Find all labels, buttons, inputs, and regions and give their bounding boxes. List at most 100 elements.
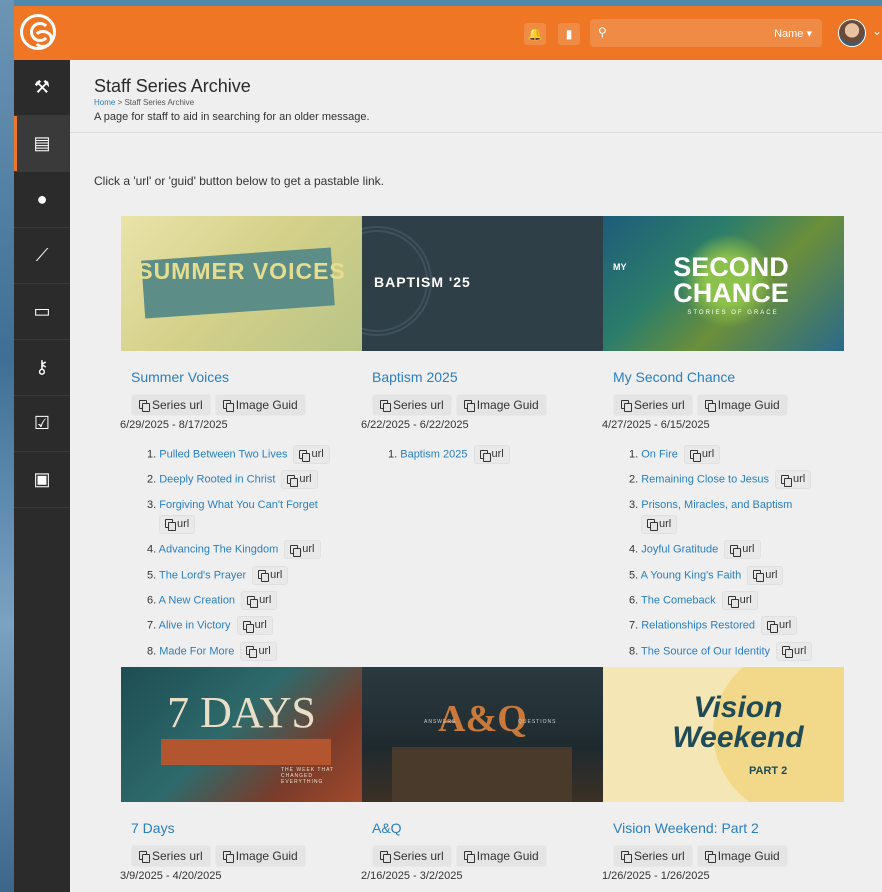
top-bar: 🔔 ▮ ⚲ Name ▾ ⌄ bbox=[14, 6, 882, 60]
image-title-text: SECOND CHANCE bbox=[673, 252, 789, 308]
series-url-button[interactable]: Series url bbox=[131, 845, 211, 867]
copy-icon bbox=[165, 519, 176, 532]
message-url-button[interactable]: url bbox=[241, 591, 278, 611]
series-title-link[interactable]: 7 Days bbox=[131, 820, 175, 836]
message-link[interactable]: Deeply Rooted in Christ bbox=[159, 474, 275, 486]
message-link[interactable]: A New Creation bbox=[159, 594, 235, 606]
message-url-button[interactable]: url bbox=[473, 445, 510, 464]
search-input[interactable]: ⚲ Name ▾ bbox=[590, 19, 822, 47]
message-link[interactable]: Joyful Gratitude bbox=[641, 544, 718, 556]
list-item: 5. A Young King's Faith url bbox=[629, 565, 834, 585]
message-url-button[interactable]: url bbox=[721, 591, 758, 611]
desktop-background bbox=[0, 0, 14, 892]
image-guid-button[interactable]: Image Guid bbox=[214, 394, 306, 416]
series-title-link[interactable]: Vision Weekend: Part 2 bbox=[613, 820, 759, 836]
sidebar-item-tasks[interactable]: ☑ bbox=[14, 396, 70, 452]
copy-icon bbox=[730, 544, 742, 557]
series-image[interactable]: SUMMER VOICES bbox=[121, 216, 362, 351]
series-image[interactable]: A&Q ANSWERS QUESTIONS bbox=[362, 667, 603, 802]
sidebar-item-jobs[interactable]: ▣ bbox=[14, 452, 70, 508]
message-list: 1. On Fire url 2. Remaining Close to Jesu… bbox=[629, 445, 834, 667]
image-guid-button[interactable]: Image Guid bbox=[696, 394, 788, 416]
series-dates: 2/16/2025 - 3/2/2025 bbox=[361, 870, 463, 882]
series-url-button[interactable]: Series url bbox=[372, 845, 452, 867]
sidebar-item-reporting[interactable]: ⟋ bbox=[14, 228, 70, 284]
message-link[interactable]: Prisons, Miracles, and Baptism bbox=[641, 499, 792, 511]
message-url-button[interactable]: url bbox=[240, 641, 277, 661]
series-title-link[interactable]: Baptism 2025 bbox=[372, 369, 458, 385]
series-title-link[interactable]: My Second Chance bbox=[613, 369, 735, 385]
series-url-button[interactable]: Series url bbox=[613, 394, 693, 416]
sidebar-item-content[interactable]: ▤ bbox=[14, 116, 70, 172]
message-url-button[interactable]: url bbox=[159, 514, 196, 534]
copy-icon bbox=[766, 620, 778, 633]
message-link[interactable]: Alive in Victory bbox=[159, 620, 231, 632]
message-link[interactable]: Remaining Close to Jesus bbox=[641, 474, 769, 486]
message-url-button[interactable]: url bbox=[683, 445, 721, 464]
bell-icon[interactable]: 🔔 bbox=[524, 23, 546, 45]
message-link[interactable]: The Lord's Prayer bbox=[159, 569, 246, 581]
message-link[interactable]: On Fire bbox=[641, 448, 678, 460]
copy-icon bbox=[479, 449, 491, 462]
copy-icon bbox=[704, 851, 716, 863]
message-url-button[interactable]: url bbox=[776, 641, 813, 661]
message-link[interactable]: Baptism 2025 bbox=[400, 448, 467, 460]
series-url-button[interactable]: Series url bbox=[131, 394, 211, 416]
copy-icon bbox=[290, 544, 302, 557]
sidebar: ⚒ ▤ ● ⟋ ▭ ⚷ ☑ ▣ bbox=[14, 60, 70, 892]
message-url-button[interactable]: url bbox=[747, 565, 784, 585]
message-url-button[interactable]: url bbox=[760, 616, 798, 636]
series-title-link[interactable]: Summer Voices bbox=[131, 369, 229, 385]
image-guid-button[interactable]: Image Guid bbox=[455, 845, 547, 867]
message-url-button[interactable]: url bbox=[293, 445, 330, 464]
image-title-text: A&Q bbox=[438, 698, 527, 740]
image-guid-button[interactable]: Image Guid bbox=[455, 394, 547, 416]
list-item: 3. Forgiving What You Can't Forget url bbox=[147, 496, 352, 534]
series-image[interactable]: Vision Weekend PART 2 bbox=[603, 667, 844, 802]
image-guid-button[interactable]: Image Guid bbox=[696, 845, 788, 867]
message-url-button[interactable]: url bbox=[284, 540, 321, 560]
image-title-text: 7 DAYS bbox=[167, 688, 316, 737]
series-image[interactable]: MY SECOND CHANCE STORIES OF GRACE bbox=[603, 216, 844, 351]
message-link[interactable]: Forgiving What You Can't Forget bbox=[159, 499, 318, 511]
copy-icon bbox=[380, 400, 391, 412]
message-link[interactable]: Pulled Between Two Lives bbox=[159, 448, 287, 460]
sidebar-item-tools[interactable]: ⚷ bbox=[14, 340, 70, 396]
message-url-button[interactable]: url bbox=[641, 514, 678, 534]
sidebar-item-finance[interactable]: ▭ bbox=[14, 284, 70, 340]
search-filter-dropdown[interactable]: Name ▾ bbox=[774, 27, 812, 40]
message-link[interactable]: The Comeback bbox=[641, 594, 716, 606]
message-link[interactable]: The Source of Our Identity bbox=[641, 645, 770, 657]
chevron-down-icon[interactable]: ⌄ bbox=[872, 24, 882, 38]
message-url-button[interactable]: url bbox=[252, 565, 289, 585]
message-url-button[interactable]: url bbox=[724, 540, 761, 560]
copy-icon bbox=[753, 570, 765, 583]
sidebar-item-admin[interactable]: ⚒ bbox=[14, 60, 70, 116]
copy-icon bbox=[689, 449, 701, 462]
list-item: 1. Baptism 2025 url bbox=[388, 445, 593, 464]
list-item: 8. The Source of Our Identity url bbox=[629, 641, 834, 661]
message-link[interactable]: Relationships Restored bbox=[641, 620, 755, 632]
message-url-button[interactable]: url bbox=[775, 470, 812, 490]
header-divider bbox=[70, 132, 882, 133]
message-link[interactable]: Made For More bbox=[159, 645, 234, 657]
avatar[interactable] bbox=[838, 19, 866, 47]
copy-icon bbox=[258, 570, 270, 583]
sidebar-item-people[interactable]: ● bbox=[14, 172, 70, 228]
message-url-button[interactable]: url bbox=[236, 616, 273, 636]
series-url-button[interactable]: Series url bbox=[613, 845, 693, 867]
breadcrumb-home-link[interactable]: Home bbox=[94, 98, 115, 107]
logo-icon[interactable] bbox=[20, 14, 56, 50]
bookmark-icon[interactable]: ▮ bbox=[558, 23, 580, 45]
image-left-text: ANSWERS bbox=[424, 719, 457, 725]
list-item: 7. Alive in Victory url bbox=[147, 616, 352, 636]
message-url-button[interactable]: url bbox=[281, 470, 318, 490]
message-link[interactable]: A Young King's Faith bbox=[641, 569, 742, 581]
series-image[interactable]: BAPTISM '25 bbox=[362, 216, 603, 351]
image-guid-button[interactable]: Image Guid bbox=[214, 845, 306, 867]
series-title-link[interactable]: A&Q bbox=[372, 820, 402, 836]
series-url-button[interactable]: Series url bbox=[372, 394, 452, 416]
chart-icon: ⟋ bbox=[35, 245, 49, 265]
message-link[interactable]: Advancing The Kingdom bbox=[159, 544, 279, 556]
series-image[interactable]: 7 DAYS THE WEEK THAT CHANGED EVERYTHING bbox=[121, 667, 362, 802]
